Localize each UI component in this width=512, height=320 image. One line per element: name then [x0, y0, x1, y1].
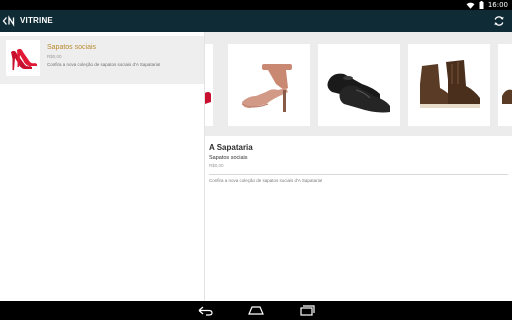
- list-item-price: R$0,00: [47, 54, 62, 59]
- collection-price: R$0,00: [209, 163, 224, 168]
- thumbnail-red-heels-icon: [6, 40, 40, 76]
- back-icon[interactable]: [196, 304, 214, 317]
- list-item[interactable]: Sapatos sociais R$0,00 Confira a nova co…: [0, 36, 204, 84]
- collection-title: Sapatos sociais: [209, 155, 248, 161]
- brown-shoe-partial-image[interactable]: [498, 44, 512, 126]
- status-time: 16:00: [487, 1, 508, 9]
- collection-detail: A Sapataria Sapatos sociais R$0,00 Confi…: [205, 32, 512, 301]
- home-icon[interactable]: [247, 304, 265, 317]
- navigation-bar: [0, 301, 512, 320]
- collection-description: Confira a nova coleção de sapatos sociai…: [209, 178, 323, 183]
- brown-boots-image[interactable]: [408, 44, 490, 126]
- wifi-icon: [466, 2, 475, 9]
- back-logo-icon[interactable]: [2, 14, 16, 28]
- photo-gallery[interactable]: [205, 32, 512, 136]
- store-name: A Sapataria: [209, 143, 253, 152]
- red-heel-partial-image[interactable]: [205, 44, 213, 126]
- black-dress-shoes-image[interactable]: [318, 44, 400, 126]
- app-bar: VITRINE: [0, 10, 512, 32]
- divider: [209, 174, 508, 175]
- battery-icon: [479, 1, 484, 9]
- pink-heel-sandal-image[interactable]: [228, 44, 310, 126]
- app-title: VITRINE: [20, 16, 53, 25]
- list-item-description: Confira a nova coleção de sapatos sociai…: [47, 62, 161, 67]
- list-item-title: Sapatos sociais: [47, 44, 97, 51]
- status-bar: 16:00: [0, 0, 512, 10]
- collection-list: Sapatos sociais R$0,00 Confira a nova co…: [0, 32, 205, 301]
- recents-icon[interactable]: [298, 304, 316, 317]
- refresh-icon[interactable]: [492, 14, 506, 28]
